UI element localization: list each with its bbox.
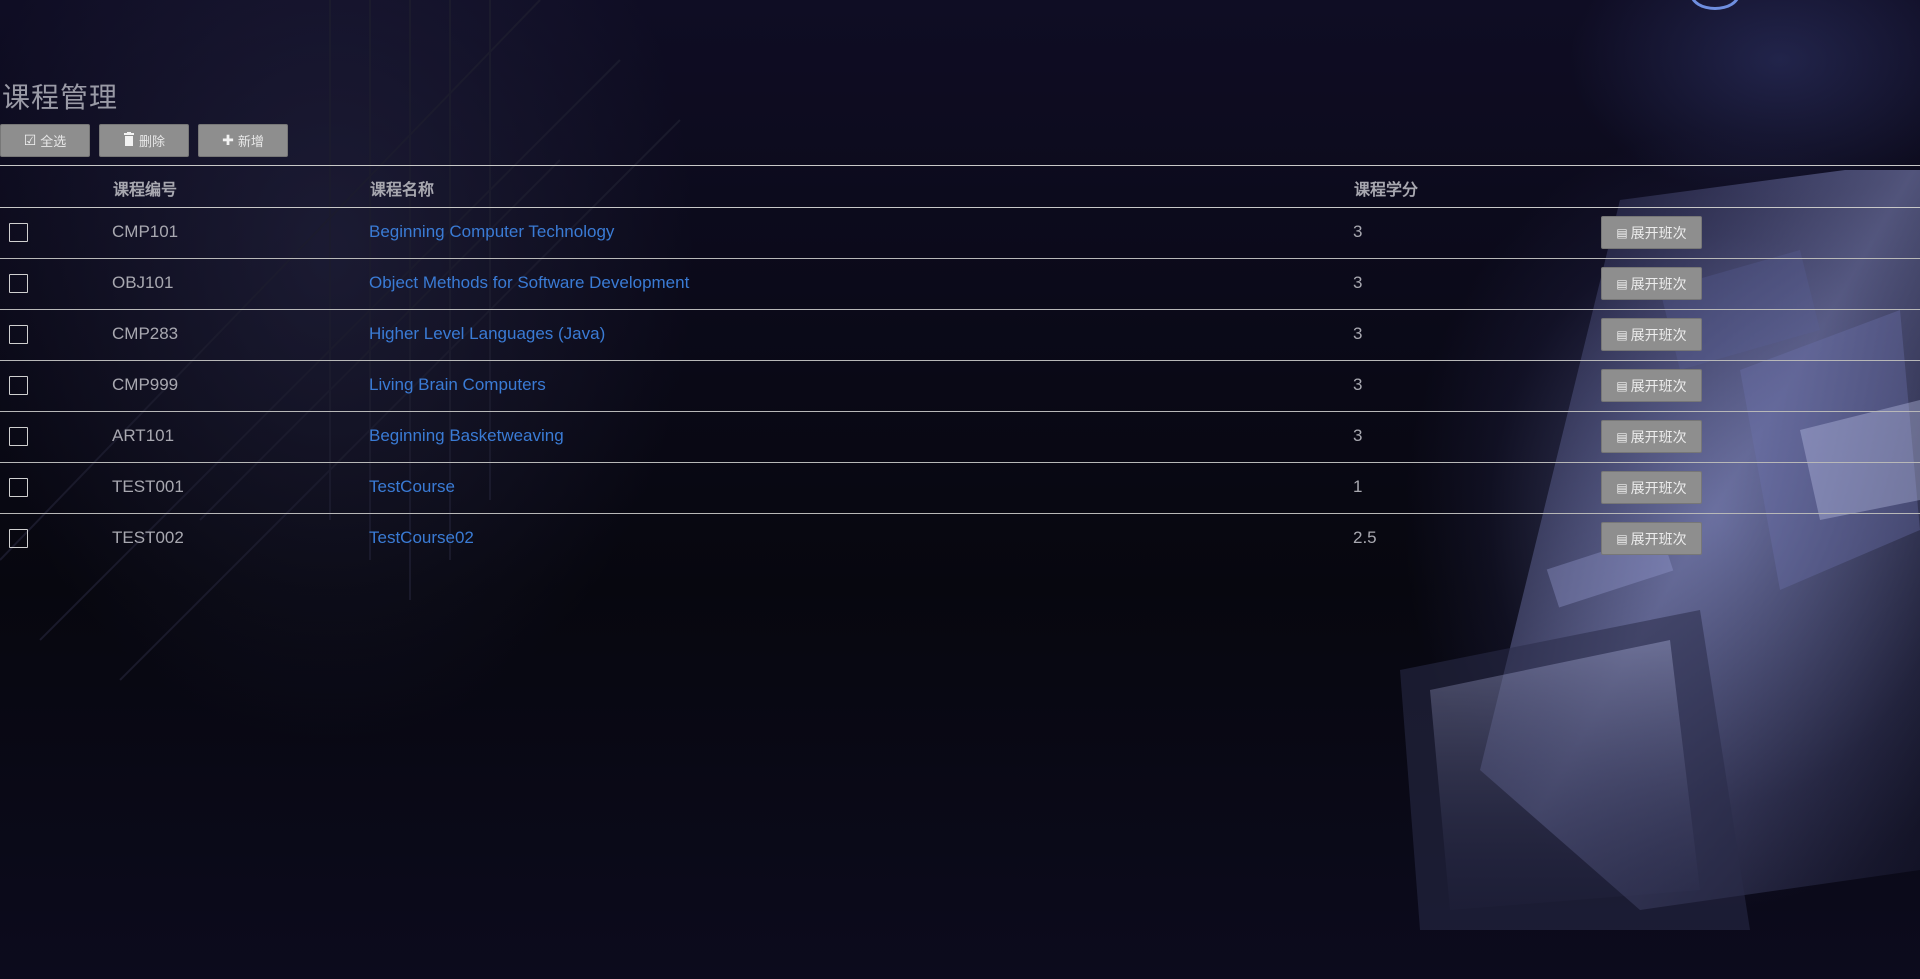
list-icon: ▤ bbox=[1616, 429, 1628, 444]
expand-classes-button[interactable]: ▤ 展开班次 bbox=[1601, 369, 1702, 402]
table-row: TEST002 TestCourse02 2.5 ▤ 展开班次 bbox=[0, 514, 1920, 564]
course-credit: 2.5 bbox=[1353, 528, 1377, 547]
course-name-link[interactable]: Higher Level Languages (Java) bbox=[369, 324, 605, 344]
table-row: CMP999 Living Brain Computers 3 ▤ 展开班次 bbox=[0, 361, 1920, 412]
page-title: 课程管理 bbox=[2, 81, 119, 114]
expand-classes-label: 展开班次 bbox=[1630, 429, 1687, 446]
course-name-link[interactable]: Object Methods for Software Development bbox=[369, 273, 689, 293]
header-course-credit: 课程学分 bbox=[1354, 180, 1419, 199]
table-row: CMP101 Beginning Computer Technology 3 ▤… bbox=[0, 208, 1920, 259]
expand-classes-button[interactable]: ▤ 展开班次 bbox=[1601, 318, 1702, 351]
course-code: CMP283 bbox=[112, 324, 179, 343]
course-name-link[interactable]: TestCourse02 bbox=[369, 528, 474, 548]
expand-classes-label: 展开班次 bbox=[1630, 327, 1687, 344]
row-checkbox[interactable] bbox=[9, 376, 28, 395]
course-credit: 3 bbox=[1353, 426, 1363, 445]
plus-icon: ✚ bbox=[222, 132, 234, 149]
row-checkbox[interactable] bbox=[9, 325, 28, 344]
course-name-link[interactable]: TestCourse bbox=[369, 477, 455, 497]
check-square-icon: ☑ bbox=[23, 132, 37, 149]
page-root: 课程管理 ☑ 全选 删除 ✚ 新增 课程编号 课程名称 课程学分 CMP101 … bbox=[0, 0, 1920, 979]
header-course-code: 课程编号 bbox=[113, 180, 178, 199]
course-credit: 3 bbox=[1353, 273, 1363, 292]
course-code: CMP999 bbox=[112, 375, 179, 394]
course-name-link[interactable]: Beginning Basketweaving bbox=[369, 426, 564, 446]
course-name-link[interactable]: Beginning Computer Technology bbox=[369, 222, 614, 242]
expand-classes-button[interactable]: ▤ 展开班次 bbox=[1601, 216, 1702, 249]
course-code: TEST002 bbox=[112, 528, 184, 547]
table-row: OBJ101 Object Methods for Software Devel… bbox=[0, 259, 1920, 310]
background-orb-graphic bbox=[1690, 0, 1740, 10]
select-all-button[interactable]: ☑ 全选 bbox=[0, 124, 90, 157]
list-icon: ▤ bbox=[1616, 327, 1628, 342]
course-credit: 3 bbox=[1353, 375, 1363, 394]
expand-classes-label: 展开班次 bbox=[1630, 531, 1687, 548]
select-all-label: 全选 bbox=[40, 135, 67, 150]
add-label: 新增 bbox=[237, 135, 264, 150]
course-code: CMP101 bbox=[112, 222, 179, 241]
expand-classes-button[interactable]: ▤ 展开班次 bbox=[1601, 522, 1702, 555]
expand-classes-button[interactable]: ▤ 展开班次 bbox=[1601, 420, 1702, 453]
list-icon: ▤ bbox=[1616, 276, 1628, 291]
list-icon: ▤ bbox=[1616, 480, 1628, 495]
delete-button[interactable]: 删除 bbox=[99, 124, 189, 157]
list-icon: ▤ bbox=[1616, 378, 1628, 393]
course-code: TEST001 bbox=[112, 477, 184, 496]
list-icon: ▤ bbox=[1616, 531, 1628, 546]
expand-classes-button[interactable]: ▤ 展开班次 bbox=[1601, 267, 1702, 300]
table-header: 课程编号 课程名称 课程学分 bbox=[0, 165, 1920, 208]
table-row: CMP283 Higher Level Languages (Java) 3 ▤… bbox=[0, 310, 1920, 361]
row-checkbox[interactable] bbox=[9, 223, 28, 242]
row-checkbox[interactable] bbox=[9, 478, 28, 497]
delete-label: 删除 bbox=[138, 135, 165, 150]
course-code: ART101 bbox=[112, 426, 175, 445]
course-credit: 3 bbox=[1353, 324, 1363, 343]
expand-classes-label: 展开班次 bbox=[1630, 378, 1687, 395]
expand-classes-label: 展开班次 bbox=[1630, 276, 1687, 293]
row-checkbox[interactable] bbox=[9, 274, 28, 293]
course-name-link[interactable]: Living Brain Computers bbox=[369, 375, 546, 395]
expand-classes-label: 展开班次 bbox=[1630, 480, 1687, 497]
table-row: ART101 Beginning Basketweaving 3 ▤ 展开班次 bbox=[0, 412, 1920, 463]
expand-classes-label: 展开班次 bbox=[1630, 225, 1687, 242]
course-table: 课程编号 课程名称 课程学分 CMP101 Beginning Computer… bbox=[0, 165, 1920, 564]
course-code: OBJ101 bbox=[112, 273, 174, 292]
expand-classes-button[interactable]: ▤ 展开班次 bbox=[1601, 471, 1702, 504]
add-button[interactable]: ✚ 新增 bbox=[198, 124, 288, 157]
table-row: TEST001 TestCourse 1 ▤ 展开班次 bbox=[0, 463, 1920, 514]
trash-icon bbox=[123, 131, 135, 150]
row-checkbox[interactable] bbox=[9, 529, 28, 548]
row-checkbox[interactable] bbox=[9, 427, 28, 446]
list-icon: ▤ bbox=[1616, 225, 1628, 240]
course-credit: 3 bbox=[1353, 222, 1363, 241]
header-course-name: 课程名称 bbox=[370, 180, 435, 199]
course-credit: 1 bbox=[1353, 477, 1363, 496]
